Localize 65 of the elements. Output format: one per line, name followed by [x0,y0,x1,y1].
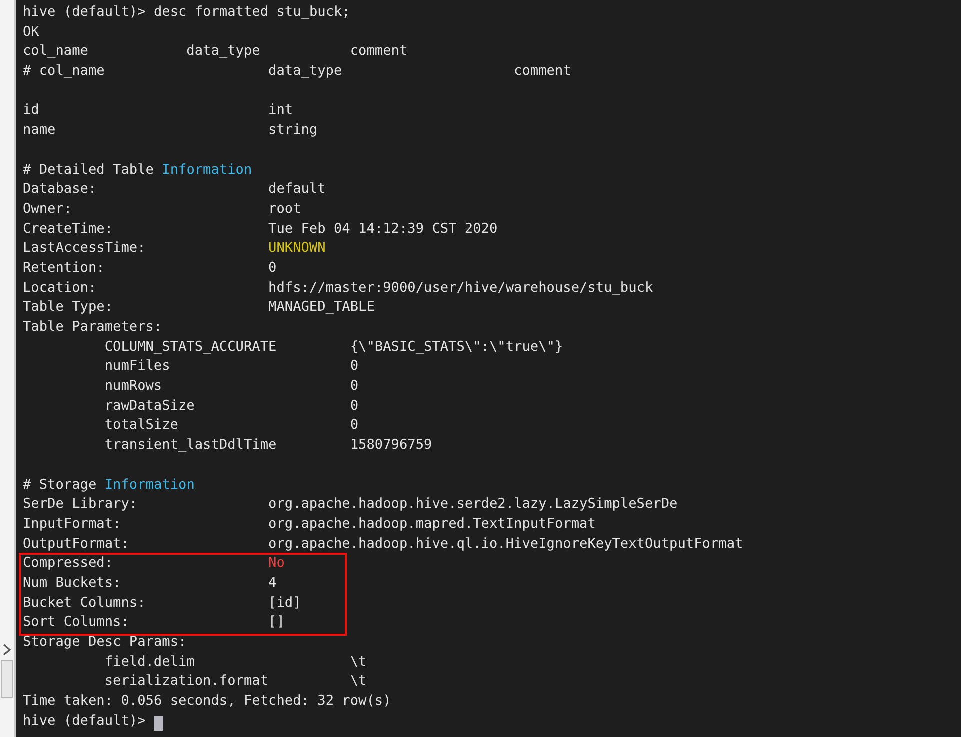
field-value: org.apache.hadoop.hive.serde2.lazy.LazySimpleSerDe [268,495,678,514]
field-value: org.apache.hadoop.hive.ql.io.HiveIgnoreKeyTextOutputFormat [268,534,744,554]
field-value: Tue Feb 04 14:12:39 CST 2020 [268,220,498,239]
field-key: LastAccessTime: [23,239,269,259]
heading-keyword: Information [162,160,252,180]
field-value: No [268,554,285,574]
output-line: Time taken: 0.056 seconds, Fetched: 32 row(s) [23,692,392,712]
field-value: UNKNOWN [268,239,326,258]
param-value: \t [350,652,367,672]
field-value: default [268,180,326,200]
section-heading: # Storage [23,476,97,494]
field-key: Database: [23,180,269,200]
output-line: OK [23,22,40,42]
param-key: serialization.format [104,672,350,692]
column-header: comment [350,42,409,62]
field-value: [] [268,613,285,632]
field-value: hdfs://master:9000/user/hive/warehouse/stu_buck [268,278,654,298]
field-key: Compressed: [23,554,269,574]
param-key: field.delim [104,652,350,672]
param-value: 0 [350,357,359,376]
param-key: totalSize [104,416,350,436]
field-key: id [23,101,269,122]
column-header: # col_name [23,62,106,82]
param-value: 1580796759 [350,436,432,456]
column-header: col_name [23,42,90,62]
output-line: Table Parameters: [23,318,162,337]
param-key: rawDataSize [104,396,350,416]
param-value: \t [350,672,367,692]
field-key: OutputFormat: [23,534,269,554]
param-key: numFiles [104,357,350,378]
column-header: data_type [186,42,262,62]
field-value: root [268,200,302,219]
column-header: comment [514,62,572,82]
column-header: data_type [268,62,344,82]
field-key: Table Type: [23,298,269,318]
prompt-text: hive (default)> [23,712,146,731]
field-key: name [23,121,269,141]
section-heading: # Detailed Table [23,160,154,180]
param-value: 0 [350,416,359,436]
field-value: MANAGED_TABLE [268,298,375,318]
output-line: hive (default)> desc formatted stu_buck; [23,3,350,22]
param-value: {\"BASIC_STATS\":\"true\"} [350,338,564,357]
heading-keyword: Information [104,476,195,494]
field-key: CreateTime: [23,220,269,240]
field-key: Owner: [23,200,269,220]
param-key: numRows [104,377,350,397]
field-key: Location: [23,278,269,298]
chevron-right-icon[interactable] [2,644,12,656]
param-value: 0 [350,377,359,396]
field-key: Sort Columns: [23,613,269,633]
field-key: Bucket Columns: [23,594,269,614]
field-value: org.apache.hadoop.mapred.TextInputFormat [268,514,596,534]
param-key: transient_lastDdlTime [104,436,350,456]
field-value: 4 [268,574,277,593]
field-key: Num Buckets: [23,574,269,594]
output-line: Storage Desc Params: [23,633,187,652]
field-key: InputFormat: [23,514,269,535]
field-value: [id] [268,594,302,613]
field-value: 0 [268,258,277,278]
param-key: COLUMN_STATS_ACCURATE [104,338,350,358]
field-value: string [268,121,318,140]
field-key: SerDe Library: [23,495,269,515]
param-value: 0 [350,396,359,416]
field-value: int [268,101,294,120]
field-key: Retention: [23,258,269,279]
